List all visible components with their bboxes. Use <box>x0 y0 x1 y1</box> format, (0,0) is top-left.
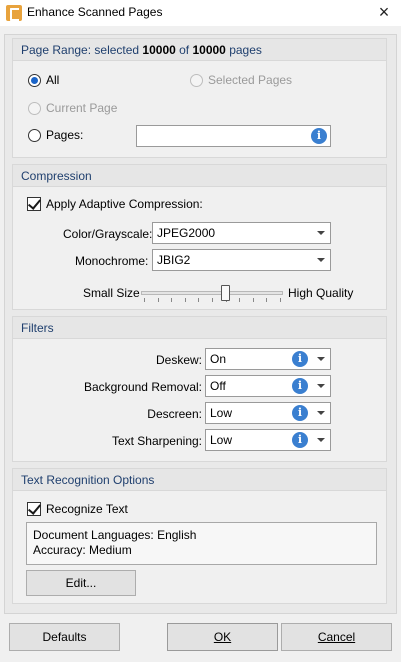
current-page-radio[interactable] <box>28 102 41 115</box>
descreen-value: Low <box>210 406 233 420</box>
slider-tick <box>144 298 145 302</box>
current-page-label: Current Page <box>46 101 118 115</box>
page-range-mid: of <box>175 43 193 57</box>
title-bar: Enhance Scanned Pages × <box>0 0 401 26</box>
page-range-suffix: pages <box>225 43 262 57</box>
selected-pages-label: Selected Pages <box>208 73 293 87</box>
ocr-settings-summary: Document Languages: English Accuracy: Me… <box>26 522 377 565</box>
high-quality-label: High Quality <box>288 286 354 300</box>
background-removal-value: Off <box>210 379 226 393</box>
compression-group: Compression Apply Adaptive Compression: … <box>12 164 387 310</box>
color-grayscale-value: JPEG2000 <box>157 226 216 240</box>
deskew-value: On <box>210 352 227 366</box>
accuracy-level: Accuracy: Medium <box>33 543 132 557</box>
text-recognition-header: Text Recognition Options <box>13 469 386 491</box>
color-grayscale-label: Color/Grayscale: <box>63 227 153 241</box>
quality-slider-track[interactable] <box>141 291 283 295</box>
recognize-text-checkbox[interactable] <box>27 502 41 516</box>
color-grayscale-select[interactable]: JPEG2000 <box>152 222 331 244</box>
all-label: All <box>46 73 60 87</box>
slider-tick <box>198 298 200 302</box>
descreen-info-icon[interactable]: i <box>292 405 308 421</box>
chevron-down-icon <box>317 258 325 262</box>
monochrome-value: JBIG2 <box>157 253 191 267</box>
adaptive-compression-checkbox[interactable] <box>27 197 41 211</box>
filters-group: Filters Deskew: On i Background Removal:… <box>12 316 387 462</box>
background-removal-select[interactable]: Off <box>205 375 331 397</box>
page-range-header: Page Range: selected 10000 of 10000 page… <box>13 39 386 61</box>
chevron-down-icon <box>317 231 325 235</box>
slider-tick <box>239 298 241 302</box>
monochrome-label: Monochrome: <box>75 254 149 268</box>
all-radio[interactable] <box>28 74 41 87</box>
ok-label: OK <box>213 630 232 644</box>
total-count: 10000 <box>192 43 226 57</box>
text-sharpening-value: Low <box>210 433 233 447</box>
pages-input[interactable] <box>136 125 331 147</box>
deskew-info-icon[interactable]: i <box>292 351 308 367</box>
deskew-select[interactable]: On <box>205 348 331 370</box>
text-sharpening-select[interactable]: Low <box>205 429 331 451</box>
pages-info-icon[interactable]: i <box>311 128 327 144</box>
text-sharpening-info-icon[interactable]: i <box>292 432 308 448</box>
descreen-label: Descreen: <box>147 407 202 421</box>
background-removal-label: Background Removal: <box>83 380 202 394</box>
chevron-down-icon <box>317 357 325 361</box>
page-range-prefix: Page Range: selected <box>21 43 143 57</box>
monochrome-select[interactable]: JBIG2 <box>152 249 331 271</box>
slider-tick <box>157 298 159 302</box>
small-size-label: Small Size <box>83 286 140 300</box>
quality-slider-thumb[interactable] <box>221 285 231 301</box>
selected-count: 10000 <box>142 43 176 57</box>
slider-tick <box>171 298 173 302</box>
deskew-label: Deskew: <box>155 353 202 367</box>
window-title: Enhance Scanned Pages <box>27 5 163 19</box>
filters-header: Filters <box>13 317 386 339</box>
slider-tick <box>184 298 186 302</box>
recognize-text-label: Recognize Text <box>46 502 128 516</box>
text-recognition-group: Text Recognition Options Recognize Text … <box>12 468 387 604</box>
ok-button[interactable]: OK <box>167 623 278 651</box>
chevron-down-icon <box>317 384 325 388</box>
slider-tick <box>212 298 213 302</box>
defaults-button[interactable]: Defaults <box>9 623 120 651</box>
document-languages: Document Languages: English <box>33 528 197 542</box>
chevron-down-icon <box>317 411 325 415</box>
chevron-down-icon <box>317 438 325 442</box>
slider-tick <box>266 298 268 302</box>
slider-tick <box>280 298 281 302</box>
compression-header: Compression <box>13 165 386 187</box>
cancel-label: Cancel <box>317 630 356 644</box>
background-removal-info-icon[interactable]: i <box>292 378 308 394</box>
cancel-button[interactable]: Cancel <box>281 623 392 651</box>
pages-radio[interactable] <box>28 129 41 142</box>
selected-pages-radio[interactable] <box>190 74 203 87</box>
adaptive-compression-label: Apply Adaptive Compression: <box>46 197 203 211</box>
text-sharpening-label: Text Sharpening: <box>111 434 202 448</box>
pages-label: Pages: <box>46 128 84 142</box>
descreen-select[interactable]: Low <box>205 402 331 424</box>
page-range-group: Page Range: selected 10000 of 10000 page… <box>12 38 387 158</box>
edit-button[interactable]: Edit... <box>26 570 136 596</box>
close-button[interactable]: × <box>367 0 401 26</box>
app-logo-icon <box>6 5 22 21</box>
slider-tick <box>252 298 254 302</box>
